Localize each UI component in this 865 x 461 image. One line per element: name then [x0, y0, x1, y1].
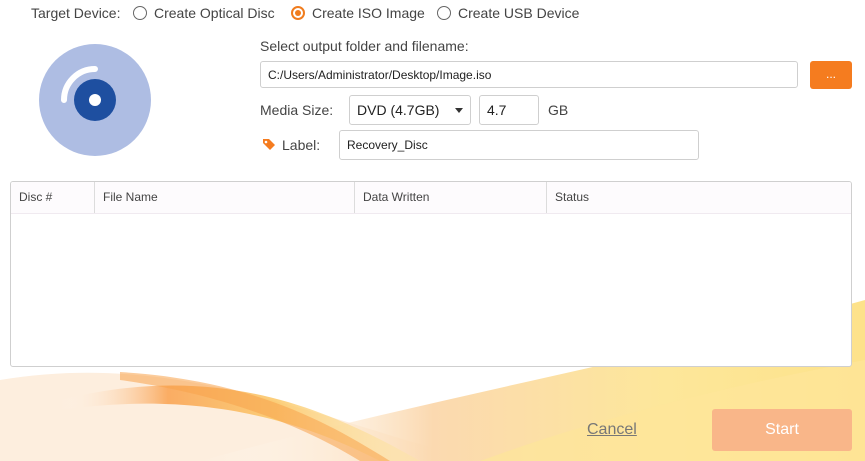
radio-circle[interactable]	[133, 6, 147, 20]
table-header: Disc # File Name Data Written Status	[11, 182, 851, 214]
cancel-link[interactable]: Cancel	[587, 421, 637, 439]
radio-create-usb-device[interactable]: Create USB Device	[437, 5, 579, 21]
disc-label-input[interactable]	[339, 130, 699, 160]
column-header-status[interactable]: Status	[547, 182, 851, 213]
column-header-data-written[interactable]: Data Written	[355, 182, 547, 213]
media-size-value-input[interactable]	[479, 95, 539, 125]
radio-label: Create ISO Image	[312, 5, 425, 21]
radio-create-iso-image[interactable]: Create ISO Image	[291, 5, 425, 21]
disc-icon	[39, 44, 151, 156]
output-folder-label: Select output folder and filename:	[260, 38, 469, 54]
browse-button[interactable]: ...	[810, 61, 852, 89]
radio-label: Create USB Device	[458, 5, 580, 21]
radio-circle-checked[interactable]	[291, 6, 305, 20]
media-size-select[interactable]: DVD (4.7GB)	[349, 95, 471, 125]
media-size-label: Media Size:	[260, 102, 334, 118]
disc-table: Disc # File Name Data Written Status	[10, 181, 852, 367]
chevron-down-icon	[455, 108, 463, 113]
radio-circle[interactable]	[437, 6, 451, 20]
start-button[interactable]: Start	[712, 409, 852, 451]
disc-label-label: Label:	[282, 137, 321, 153]
radio-create-optical-disc[interactable]: Create Optical Disc	[133, 5, 275, 21]
media-size-unit: GB	[548, 102, 569, 118]
media-size-selected: DVD (4.7GB)	[357, 102, 440, 118]
output-path-input[interactable]	[260, 61, 798, 88]
radio-label: Create Optical Disc	[154, 5, 275, 21]
column-header-disc-number[interactable]: Disc #	[11, 182, 95, 213]
target-device-label: Target Device:	[31, 5, 121, 21]
tag-icon	[263, 139, 275, 150]
column-header-file-name[interactable]: File Name	[95, 182, 355, 213]
